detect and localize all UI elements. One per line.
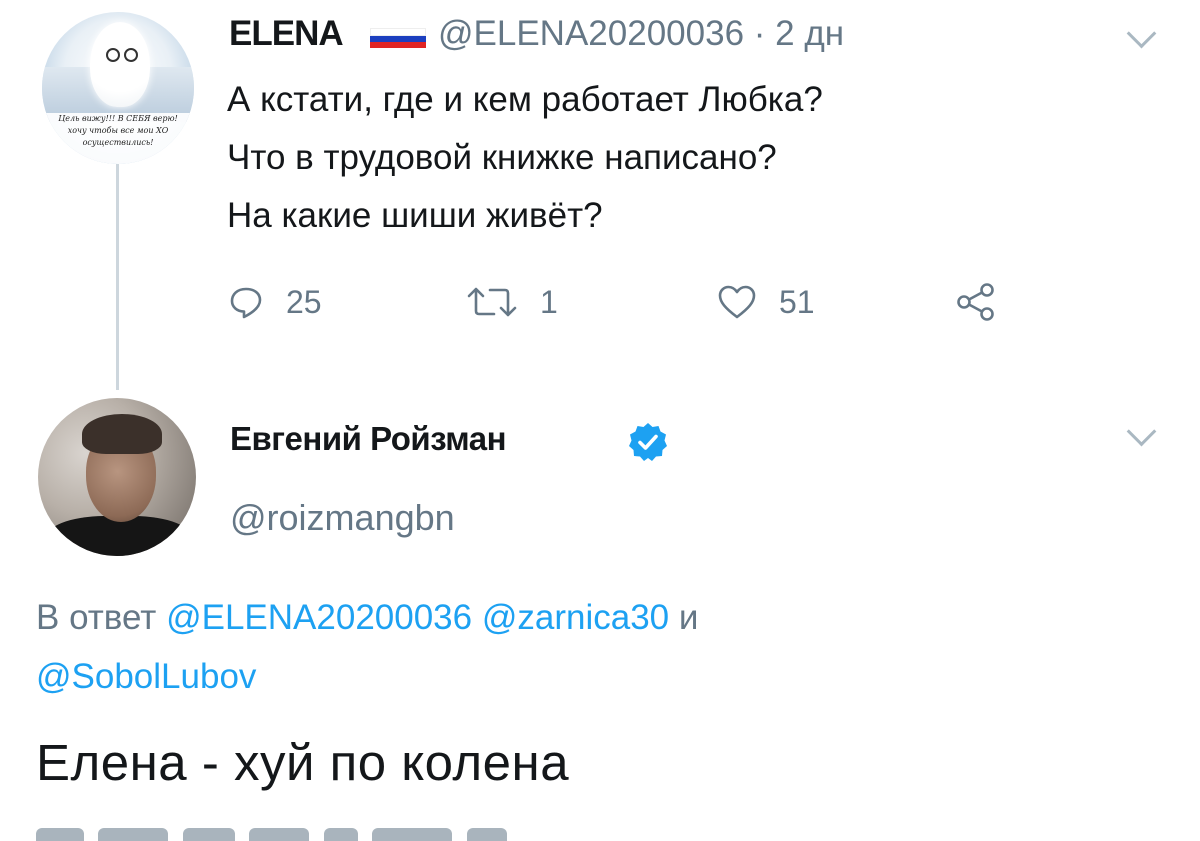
reply-count: 25 xyxy=(286,283,322,320)
avatar-body xyxy=(44,516,194,556)
russian-flag-icon xyxy=(370,28,426,48)
share-icon xyxy=(957,283,994,321)
avatar-hair xyxy=(82,414,162,454)
avatar-caption-line: хочу чтобы все мои ХО xyxy=(67,126,169,135)
share-button[interactable] xyxy=(954,280,1020,324)
thread-connector-line xyxy=(116,164,119,390)
mention-link[interactable]: @SobolLubov xyxy=(36,657,256,696)
cut-off-glyph xyxy=(466,828,507,841)
reply-tweet-text: Елена - хуй по колена xyxy=(36,734,570,791)
mention-link[interactable]: @zarnica30 xyxy=(482,598,669,637)
cut-off-glyph xyxy=(323,828,358,841)
parent-author-meta: @ELENA20200036 · 2 дн xyxy=(438,14,844,54)
cut-off-glyph xyxy=(249,828,310,841)
flag-stripe-white xyxy=(370,28,426,36)
time-separator: · xyxy=(753,14,766,53)
cut-off-glyph xyxy=(36,828,84,841)
reply-button[interactable]: 25 xyxy=(228,280,322,324)
roizman-avatar[interactable] xyxy=(38,398,196,556)
reply-author-name[interactable]: Евгений Ройзман xyxy=(230,420,507,458)
like-count: 51 xyxy=(779,283,815,320)
cut-off-timestamp-row xyxy=(36,828,736,841)
cut-off-glyph xyxy=(98,828,169,841)
chevron-down-icon[interactable] xyxy=(1126,18,1157,49)
like-icon xyxy=(718,285,756,319)
retweet-icon xyxy=(467,287,517,317)
chevron-down-icon[interactable] xyxy=(1126,416,1157,447)
avatar-eye xyxy=(106,48,120,62)
cut-off-glyph xyxy=(182,828,235,841)
replying-to-line: В ответ @ELENA20200036 @zarnica30 и xyxy=(36,598,698,638)
flag-stripe-red xyxy=(370,42,426,48)
like-button[interactable]: 51 xyxy=(717,280,815,324)
parent-author-name[interactable]: ELENA xyxy=(229,14,344,54)
cut-off-glyph xyxy=(372,828,453,841)
replying-to-line: @SobolLubov xyxy=(36,657,256,697)
reply-icon xyxy=(230,287,262,319)
reply-author-handle[interactable]: @roizmangbn xyxy=(230,497,455,539)
parent-tweet-text-line: На какие шиши живёт? xyxy=(227,196,603,235)
parent-tweet-text-line: А кстати, где и кем работает Любка? xyxy=(227,80,823,119)
avatar-caption-line: осуществились! xyxy=(82,138,154,147)
mention-link[interactable]: @ELENA20200036 xyxy=(166,598,472,637)
avatar-pet-image xyxy=(90,22,150,107)
verified-badge-icon xyxy=(629,423,667,461)
parent-tweet-text-line: Что в трудовой книжке написано? xyxy=(227,138,777,177)
replying-to-conjunction: и xyxy=(678,598,699,637)
parent-timestamp[interactable]: 2 дн xyxy=(775,14,844,53)
elena-avatar[interactable]: Цель вижу!!! В СЕБЯ верю! хочу чтобы все… xyxy=(42,12,194,164)
replying-to-prefix: В ответ xyxy=(36,598,157,637)
retweet-count: 1 xyxy=(540,283,558,320)
avatar-caption-line: Цель вижу!!! В СЕБЯ верю! xyxy=(58,114,178,123)
avatar-caption: Цель вижу!!! В СЕБЯ верю! хочу чтобы все… xyxy=(46,113,190,164)
parent-author-handle[interactable]: @ELENA20200036 xyxy=(438,14,744,53)
avatar-eye xyxy=(124,48,138,62)
retweet-button[interactable]: 1 xyxy=(466,280,558,324)
